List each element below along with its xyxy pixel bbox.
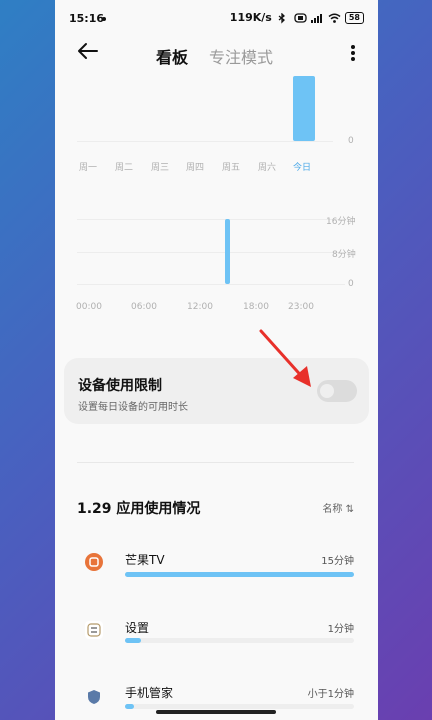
- device-limit-title: 设备使用限制: [78, 378, 162, 394]
- day-x-tick: 18:00: [243, 302, 269, 312]
- day-gridline: [77, 252, 345, 253]
- status-bar: 15:16 119K/s 58: [55, 0, 378, 34]
- phone-manager-icon: [85, 688, 103, 706]
- week-day-label-today[interactable]: 今日: [293, 160, 311, 173]
- signal-icon: [310, 13, 323, 23]
- app-row-settings[interactable]: 设置 1分钟: [55, 608, 378, 668]
- app-row-mango-tv[interactable]: 芒果TV 15分钟: [55, 540, 378, 600]
- battery-indicator: 58: [344, 11, 364, 24]
- week-day-label: 周六: [258, 163, 277, 173]
- notification-dot: [102, 17, 106, 21]
- vibrate-icon: [294, 12, 307, 23]
- day-x-tick: 00:00: [76, 302, 102, 312]
- day-usage-bar[interactable]: [225, 219, 230, 284]
- home-indicator[interactable]: [156, 710, 276, 714]
- wifi-icon: [328, 13, 341, 23]
- week-chart-baseline: [77, 141, 333, 142]
- bluetooth-icon: [277, 11, 289, 24]
- app-time: 1分钟: [327, 624, 354, 635]
- usage-progress-fill: [125, 638, 142, 643]
- more-options-icon[interactable]: [350, 44, 356, 62]
- week-y-tick: 0: [348, 136, 354, 146]
- week-day-label: 周一: [79, 163, 98, 173]
- back-arrow-icon[interactable]: [77, 42, 99, 60]
- day-x-tick: 12:00: [187, 302, 213, 312]
- week-day-label: 周四: [186, 163, 205, 173]
- top-bar: 看板 专注模式: [55, 36, 378, 70]
- device-limit-subtitle: 设置每日设备的可用时长: [78, 402, 188, 413]
- section-divider: [77, 462, 354, 463]
- tab-dashboard[interactable]: 看板: [156, 44, 188, 68]
- usage-progress-track: [125, 572, 354, 577]
- day-gridline: [77, 284, 345, 285]
- network-speed: 119K/s: [229, 11, 272, 24]
- usage-progress-track: [125, 704, 354, 709]
- day-x-tick: 23:00: [288, 302, 314, 312]
- usage-progress-fill: [125, 704, 135, 709]
- phone-screen: 15:16 119K/s 58 看板 专注模式 0 周一 周二 周三 周四 周五…: [55, 0, 378, 720]
- app-time: 15分钟: [321, 556, 354, 567]
- status-right: 119K/s 58: [230, 11, 364, 24]
- usage-progress-fill: [125, 572, 354, 577]
- day-y-tick: 8分钟: [332, 250, 356, 260]
- week-day-label: 周五: [222, 163, 241, 173]
- day-x-tick: 06:00: [131, 302, 157, 312]
- week-day-label: 周二: [115, 163, 134, 173]
- mango-tv-icon: [85, 553, 103, 571]
- app-usage-title: 1.29 应用使用情况: [77, 501, 201, 517]
- week-day-label: 周三: [151, 163, 170, 173]
- app-time: 小于1分钟: [307, 689, 354, 700]
- app-name: 芒果TV: [125, 553, 165, 567]
- status-time: 15:16: [69, 12, 105, 25]
- usage-progress-track: [125, 638, 354, 643]
- red-annotation-arrow-icon: [259, 329, 311, 387]
- day-y-tick: 0: [348, 279, 354, 289]
- tab-focus-mode[interactable]: 专注模式: [209, 44, 273, 68]
- sort-by-name-button[interactable]: 名称 ⇅: [322, 500, 354, 515]
- day-gridline: [77, 219, 345, 220]
- week-bar-today[interactable]: [293, 76, 315, 141]
- app-name: 设置: [125, 621, 150, 635]
- app-name: 手机管家: [125, 686, 174, 700]
- day-y-tick: 16分钟: [326, 217, 356, 227]
- settings-icon: [85, 621, 103, 639]
